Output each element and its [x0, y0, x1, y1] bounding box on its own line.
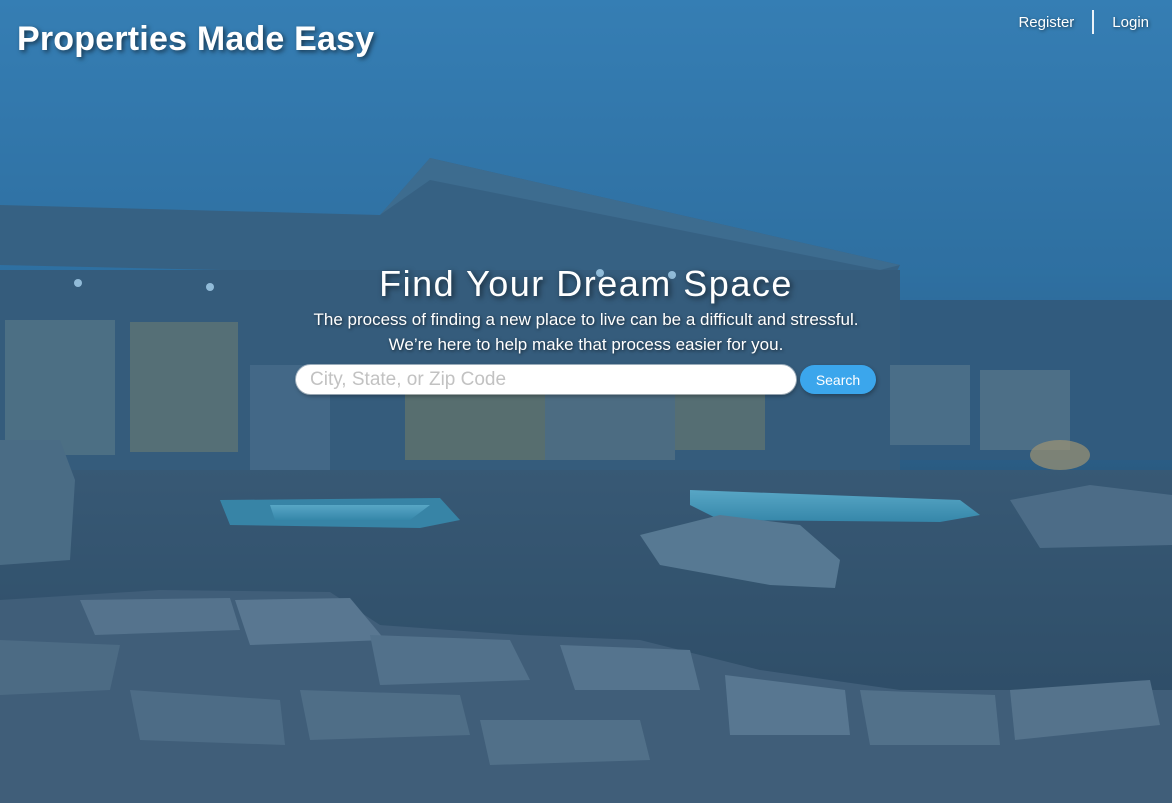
- hero-title: Find Your Dream Space: [379, 263, 793, 304]
- search-bar: Search: [296, 365, 876, 394]
- hero-background-photo: [0, 0, 1172, 803]
- nav-divider: [1092, 10, 1095, 34]
- login-link[interactable]: Login: [1112, 14, 1149, 31]
- search-button[interactable]: Search: [800, 365, 876, 394]
- hero-subtitle-line2: We’re here to help make that process eas…: [388, 335, 784, 354]
- hero-subtitle-line1: The process of finding a new place to li…: [313, 310, 859, 329]
- location-search-input[interactable]: [296, 365, 796, 394]
- register-link[interactable]: Register: [1018, 14, 1074, 31]
- brand-title: Properties Made Easy: [17, 20, 375, 58]
- hero-subtitle: The process of finding a new place to li…: [0, 307, 1172, 357]
- auth-nav: Register Login: [1018, 10, 1149, 34]
- hero-section: Find Your Dream Space The process of fin…: [0, 262, 1172, 357]
